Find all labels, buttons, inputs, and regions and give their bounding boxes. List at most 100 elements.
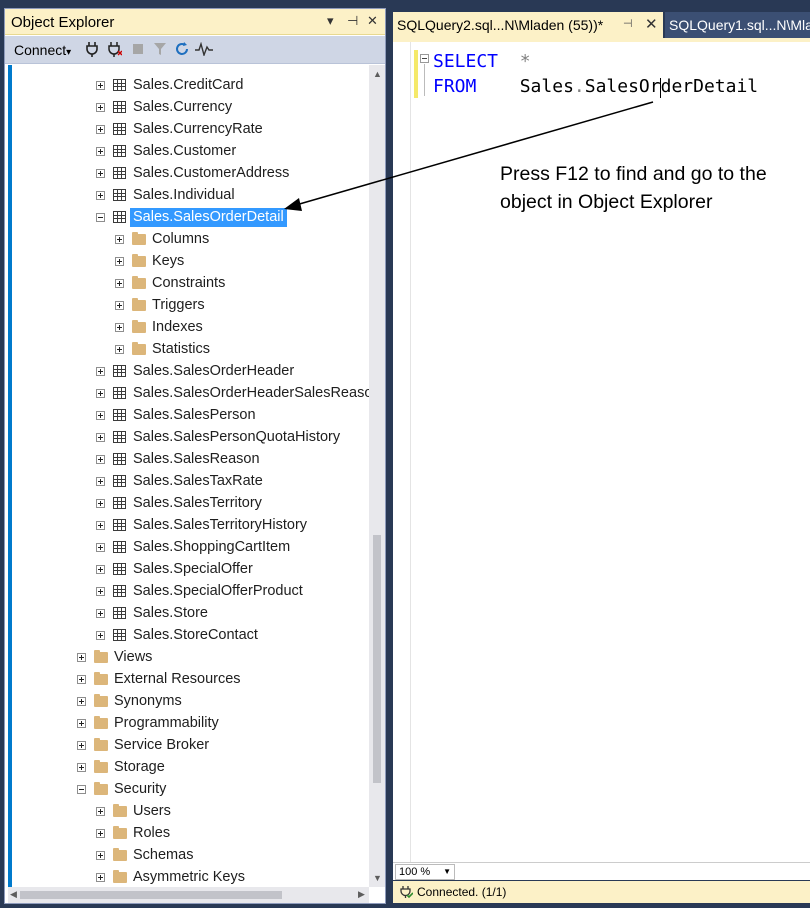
scroll-left-arrow-icon[interactable]: ◀ <box>10 889 17 900</box>
tree-node[interactable]: Sales.SalesOrderHeaderSalesReason <box>8 383 369 405</box>
tree-node[interactable]: Sales.ShoppingCartItem <box>8 537 369 559</box>
vertical-scroll-thumb[interactable] <box>373 535 381 783</box>
filter-icon[interactable] <box>151 40 169 58</box>
collapse-icon[interactable] <box>77 785 86 794</box>
tree-node[interactable]: Roles <box>8 823 369 845</box>
expand-icon[interactable] <box>96 147 105 156</box>
expand-icon[interactable] <box>96 807 105 816</box>
tree-node-label[interactable]: Sales.CreditCard <box>133 77 243 93</box>
expand-icon[interactable] <box>96 587 105 596</box>
connect-plug-icon[interactable] <box>83 40 101 58</box>
tree-node[interactable]: Sales.SalesTerritoryHistory <box>8 515 369 537</box>
tree-node-label[interactable]: Synonyms <box>114 693 182 709</box>
expand-icon[interactable] <box>96 455 105 464</box>
tree-node-label[interactable]: Sales.SpecialOffer <box>133 561 253 577</box>
tab-sqlquery2[interactable]: SQLQuery2.sql...N\Mladen (55))* ⊣ ✕ <box>393 12 663 38</box>
expand-icon[interactable] <box>96 367 105 376</box>
expand-icon[interactable] <box>77 675 86 684</box>
tree-node-label[interactable]: Sales.Customer <box>133 143 236 159</box>
activity-monitor-icon[interactable] <box>195 40 213 58</box>
expand-icon[interactable] <box>77 719 86 728</box>
tree-node[interactable]: Sales.Currency <box>8 97 369 119</box>
expand-icon[interactable] <box>96 829 105 838</box>
tree-node-label[interactable]: Sales.SalesOrderHeaderSalesReason <box>133 385 369 401</box>
tree-node[interactable]: Sales.CustomerAddress <box>8 163 369 185</box>
tree-node-label[interactable]: Triggers <box>152 297 205 313</box>
tree-node[interactable]: Sales.SpecialOfferProduct <box>8 581 369 603</box>
tree-node-label[interactable]: Sales.SalesTerritory <box>133 495 262 511</box>
expand-icon[interactable] <box>96 477 105 486</box>
expand-icon[interactable] <box>115 279 124 288</box>
scroll-down-arrow-icon[interactable]: ▼ <box>373 873 382 883</box>
tree-node-label[interactable]: Sales.SalesOrderDetail <box>130 208 287 227</box>
tree-node-label[interactable]: Sales.StoreContact <box>133 627 258 643</box>
tree-node[interactable]: Sales.CreditCard <box>8 75 369 97</box>
tree-node[interactable]: Security <box>8 779 369 801</box>
tree-node[interactable]: Indexes <box>8 317 369 339</box>
tree-node-label[interactable]: Views <box>114 649 152 665</box>
tree-node-label[interactable]: Columns <box>152 231 209 247</box>
connect-button[interactable]: Connect▾ <box>14 42 71 58</box>
expand-icon[interactable] <box>96 191 105 200</box>
expand-icon[interactable] <box>115 323 124 332</box>
tree-node[interactable]: Asymmetric Keys <box>8 867 369 885</box>
collapse-region-icon[interactable] <box>420 54 429 63</box>
tree-node[interactable]: Statistics <box>8 339 369 361</box>
zoom-dropdown[interactable]: 100 % ▼ <box>395 864 455 880</box>
tree-node-label[interactable]: Sales.SpecialOfferProduct <box>133 583 303 599</box>
code-line-2[interactable]: FROM Sales.SalesOrderDetail <box>433 76 758 97</box>
tab-pin-icon[interactable]: ⊣ <box>623 17 633 30</box>
tree-node[interactable]: Sales.Individual <box>8 185 369 207</box>
tree-node-label[interactable]: Sales.CurrencyRate <box>133 121 263 137</box>
collapse-icon[interactable] <box>96 213 105 222</box>
stop-icon[interactable] <box>129 40 147 58</box>
horizontal-scrollbar[interactable]: ◀ ▶ <box>8 887 369 903</box>
tree-node-label[interactable]: Sales.CustomerAddress <box>133 165 289 181</box>
expand-icon[interactable] <box>96 609 105 618</box>
tree-node[interactable]: Views <box>8 647 369 669</box>
expand-icon[interactable] <box>77 697 86 706</box>
expand-icon[interactable] <box>115 257 124 266</box>
tree-node-label[interactable]: Sales.SalesTerritoryHistory <box>133 517 307 533</box>
tree-node-label[interactable]: External Resources <box>114 671 241 687</box>
expand-icon[interactable] <box>77 741 86 750</box>
expand-icon[interactable] <box>96 169 105 178</box>
tree-node-label[interactable]: Sales.Individual <box>133 187 235 203</box>
tab-close-icon[interactable]: ✕ <box>645 15 658 33</box>
tree-node[interactable]: Sales.SpecialOffer <box>8 559 369 581</box>
expand-icon[interactable] <box>96 433 105 442</box>
tree-node[interactable]: Sales.Store <box>8 603 369 625</box>
tree-node[interactable]: Keys <box>8 251 369 273</box>
window-position-dropdown-icon[interactable]: ▾ <box>327 13 334 29</box>
scroll-up-arrow-icon[interactable]: ▲ <box>373 69 382 79</box>
expand-icon[interactable] <box>96 389 105 398</box>
tree-node-label[interactable]: Security <box>114 781 166 797</box>
tree-node[interactable]: Sales.SalesOrderDetail <box>8 207 369 229</box>
code-line-1[interactable]: SELECT * <box>433 51 531 72</box>
expand-icon[interactable] <box>96 631 105 640</box>
tree-node-label[interactable]: Sales.SalesOrderHeader <box>133 363 294 379</box>
tree-node[interactable]: Sales.SalesPersonQuotaHistory <box>8 427 369 449</box>
expand-icon[interactable] <box>96 851 105 860</box>
tree-node[interactable]: Synonyms <box>8 691 369 713</box>
tree-node-label[interactable]: Sales.Store <box>133 605 208 621</box>
expand-icon[interactable] <box>96 81 105 90</box>
tree-node-label[interactable]: Keys <box>152 253 184 269</box>
tree-node-label[interactable]: Service Broker <box>114 737 209 753</box>
tree-node[interactable]: Columns <box>8 229 369 251</box>
tree-node[interactable]: Service Broker <box>8 735 369 757</box>
tree-node-label[interactable]: Sales.SalesTaxRate <box>133 473 263 489</box>
tree-node-label[interactable]: Sales.ShoppingCartItem <box>133 539 290 555</box>
expand-icon[interactable] <box>115 235 124 244</box>
tree-node-label[interactable]: Sales.Currency <box>133 99 232 115</box>
tree-node[interactable]: Programmability <box>8 713 369 735</box>
tree-node[interactable]: Triggers <box>8 295 369 317</box>
tree-node-label[interactable]: Sales.SalesPerson <box>133 407 256 423</box>
expand-icon[interactable] <box>77 763 86 772</box>
tree-node-label[interactable]: Users <box>133 803 171 819</box>
tree-node[interactable]: Sales.SalesPerson <box>8 405 369 427</box>
vertical-scrollbar[interactable]: ▲ ▼ <box>369 65 385 887</box>
horizontal-scroll-thumb[interactable] <box>20 891 282 899</box>
tree-node[interactable]: Sales.SalesTaxRate <box>8 471 369 493</box>
expand-icon[interactable] <box>77 653 86 662</box>
